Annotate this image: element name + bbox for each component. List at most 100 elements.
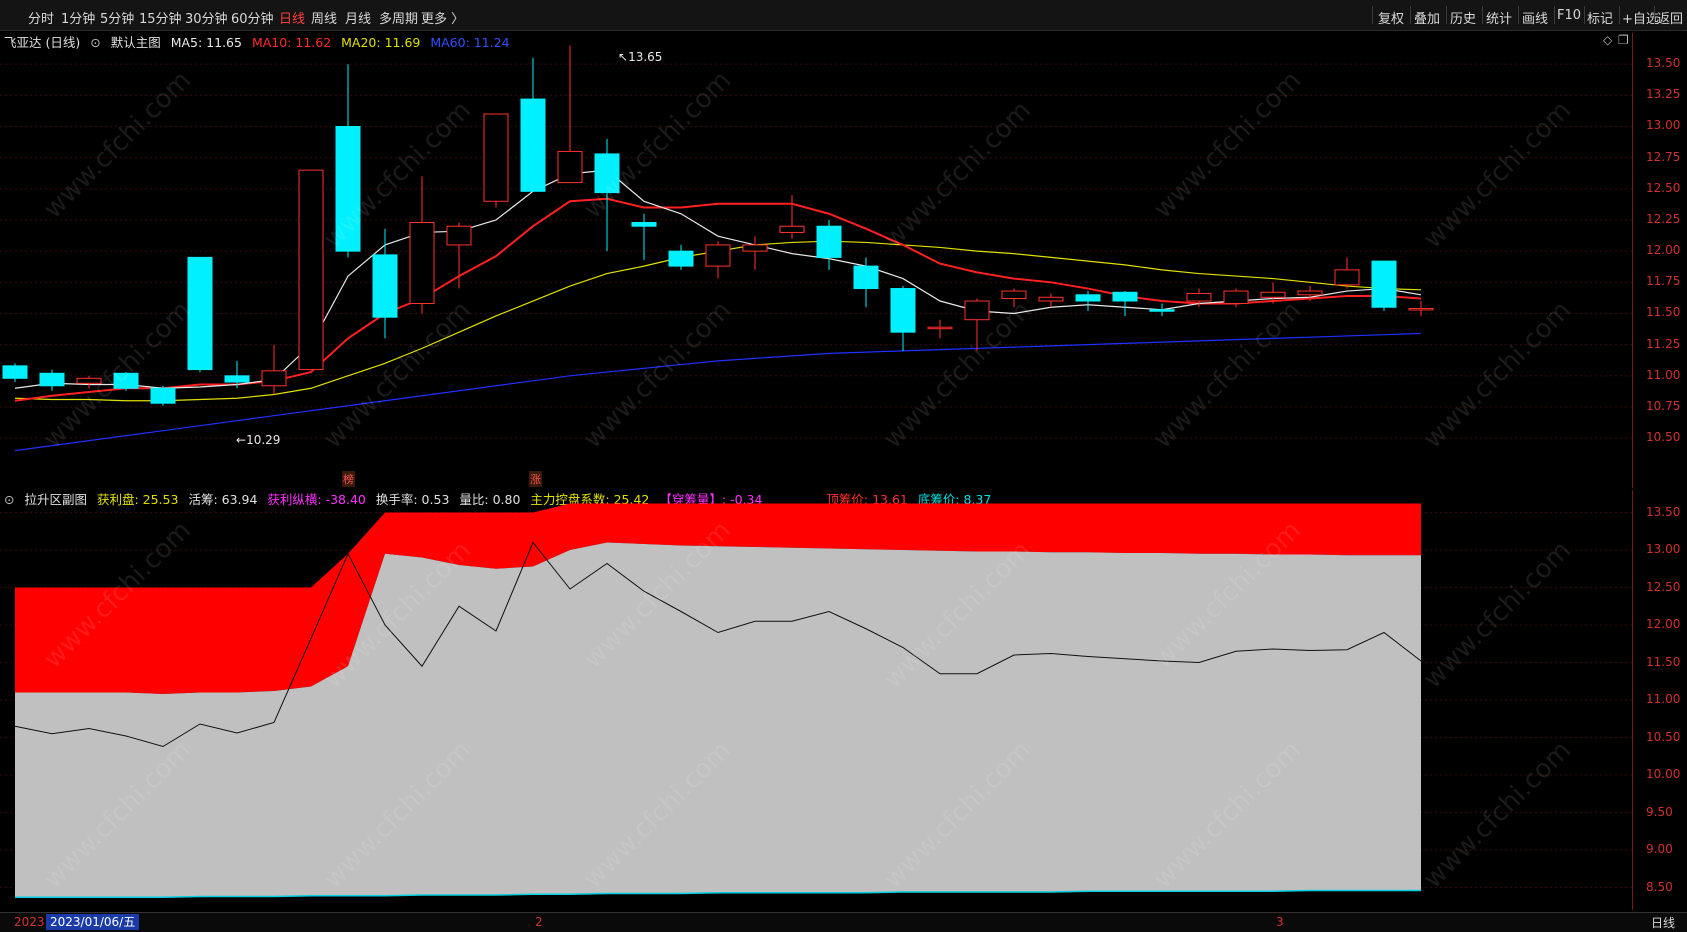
cursor-date-label: 2023/01/06/五 — [46, 914, 140, 930]
stats-button[interactable]: 统计 — [1486, 8, 1512, 27]
toolbar-divider — [1482, 6, 1483, 24]
period-tab-30min[interactable]: 30分钟 — [185, 8, 228, 27]
sub-price-tick-label: 13.50 — [1646, 504, 1681, 519]
candle — [1112, 291, 1138, 316]
price-tick-label: 12.50 — [1646, 180, 1681, 195]
period-tab-15min[interactable]: 15分钟 — [139, 8, 182, 27]
candlestick-chart[interactable] — [0, 33, 1633, 488]
high-arrow-icon: ↖ — [618, 50, 629, 64]
history-button[interactable]: 历史 — [1450, 8, 1476, 27]
price-tick-label: 11.00 — [1646, 367, 1681, 382]
toolbar-divider — [1410, 6, 1411, 24]
sub-price-tick-label: 12.50 — [1646, 579, 1681, 594]
period-tab-60min[interactable]: 60分钟 — [231, 8, 274, 27]
candle-body — [150, 387, 176, 404]
candle-body — [557, 150, 583, 184]
candle — [335, 64, 361, 258]
month-tick-feb: 2 — [535, 915, 543, 929]
candle-body — [1371, 260, 1397, 308]
period-tab-multi[interactable]: 多周期 — [379, 8, 418, 27]
candle — [964, 298, 990, 351]
sub-price-tick-label: 10.00 — [1646, 767, 1681, 781]
main-price-axis: 13.50 13.25 13.00 12.75 12.50 12.25 12.00 11.75… — [1634, 33, 1687, 488]
ma60-line — [14, 332, 1422, 452]
candle — [594, 138, 620, 252]
year-label: 2023 — [14, 915, 45, 929]
toolbar-divider — [1584, 6, 1585, 24]
toolbar-divider — [1372, 6, 1373, 24]
price-tick-label: 12.25 — [1646, 211, 1681, 226]
candle-body — [2, 365, 28, 379]
candle — [76, 375, 102, 389]
candle-body — [853, 265, 879, 290]
candle — [1334, 257, 1360, 289]
candle — [261, 344, 287, 395]
candle-body — [1001, 290, 1027, 300]
candle — [2, 363, 28, 383]
candle — [520, 57, 546, 192]
back-button[interactable]: 返回 — [1657, 8, 1683, 27]
candle — [39, 369, 65, 391]
toolbar-divider — [1619, 6, 1620, 24]
chip-distribution-chart[interactable] — [0, 490, 1633, 910]
candle-body — [1260, 291, 1286, 298]
candle — [1408, 301, 1434, 316]
candle-body — [1038, 296, 1064, 302]
toolbar-divider — [1654, 6, 1655, 24]
toolbar-divider — [1554, 6, 1555, 24]
event-tag-2[interactable]: 涨 — [529, 471, 542, 487]
sub-price-tick-label: 8.50 — [1646, 879, 1673, 894]
adjust-button[interactable]: 复权 — [1378, 8, 1404, 27]
candle-body — [409, 221, 435, 305]
candle — [372, 228, 398, 339]
period-tab-5min[interactable]: 5分钟 — [100, 8, 134, 27]
candle-body — [446, 225, 472, 246]
period-tab-1min[interactable]: 1分钟 — [61, 8, 95, 27]
candle-body — [224, 375, 250, 383]
candle — [890, 286, 916, 351]
candle-body — [742, 244, 768, 252]
candle-body — [1334, 269, 1360, 286]
candle — [927, 319, 953, 339]
candle-body — [927, 326, 953, 330]
candle — [113, 372, 139, 391]
period-tab-more[interactable]: 更多 〉 — [421, 8, 464, 27]
candle-body — [335, 125, 361, 252]
candle-body — [261, 370, 287, 387]
draw-button[interactable]: 画线 — [1522, 8, 1548, 27]
period-tab-weekly[interactable]: 周线 — [311, 8, 337, 27]
event-tag-1[interactable]: 榜 — [342, 471, 355, 487]
price-tick-label: 13.00 — [1646, 118, 1681, 133]
candle-body — [1075, 294, 1101, 302]
overlay-button[interactable]: 叠加 — [1414, 8, 1440, 27]
candle-body — [187, 256, 213, 371]
period-tab-monthly[interactable]: 月线 — [345, 8, 371, 27]
candle-body — [483, 113, 509, 202]
candle — [1038, 293, 1064, 308]
sub-price-tick-label: 11.00 — [1646, 692, 1681, 706]
candle-body — [39, 372, 65, 387]
f10-button[interactable]: F10 — [1557, 8, 1581, 23]
candle-body — [705, 244, 731, 267]
price-tick-label: 10.75 — [1646, 398, 1681, 413]
period-tab-timeshare[interactable]: 分时 — [28, 8, 54, 27]
price-tick-label: 11.75 — [1646, 274, 1681, 289]
month-tick-mar: 3 — [1276, 915, 1284, 929]
period-indicator: 日线 — [1650, 916, 1675, 930]
date-axis-bar: 2023 2023/01/06/五 2 3 日线 — [0, 912, 1687, 932]
candle-body — [779, 225, 805, 233]
sub-price-tick-label: 9.00 — [1646, 842, 1673, 856]
price-tick-label: 13.25 — [1646, 87, 1681, 102]
toolbar-divider — [1518, 6, 1519, 24]
period-tab-daily[interactable]: 日线 — [279, 8, 305, 27]
high-price-marker: ↖13.65 — [618, 50, 662, 64]
candle — [557, 45, 583, 184]
candle — [779, 195, 805, 239]
candle — [631, 213, 657, 260]
candle — [483, 113, 509, 208]
candle-body — [1408, 307, 1434, 311]
candle-body — [1112, 291, 1138, 302]
mark-button[interactable]: 标记 — [1587, 8, 1613, 27]
price-tick-label: 12.00 — [1646, 243, 1681, 258]
price-tick-label: 13.50 — [1646, 56, 1681, 71]
